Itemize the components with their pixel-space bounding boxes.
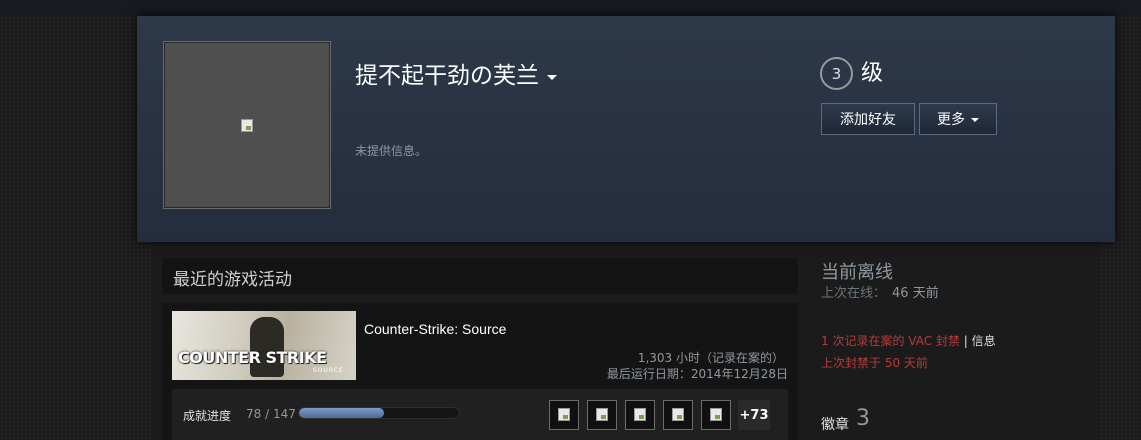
broken-image-icon: [710, 408, 722, 421]
recent-game: COUNTER STRIKE SOURCE Counter-Strike: So…: [162, 303, 798, 440]
vac-ban-status: 1 次记录在案的 VAC 封禁 | 信息: [821, 332, 996, 349]
more-label: 更多: [937, 112, 965, 128]
profile-header: 提不起干劲の芙兰 未提供信息。 3 级 添加好友 更多: [137, 16, 1115, 242]
add-friend-label: 添加好友: [840, 112, 896, 128]
badges-label[interactable]: 徽章: [821, 414, 849, 434]
persona-name-dropdown[interactable]: 提不起干劲の芙兰: [355, 56, 557, 90]
chevron-down-icon: [547, 74, 557, 80]
achievement-progress-track: [298, 407, 460, 419]
add-friend-button[interactable]: 添加好友: [821, 103, 915, 135]
top-bar: [0, 0, 1141, 16]
capsule-sub-text: SOURCE: [313, 367, 344, 374]
more-button[interactable]: 更多: [919, 103, 997, 135]
broken-image-icon: [558, 408, 570, 421]
level-label: 级: [861, 61, 884, 86]
last-online-label: 上次在线：: [821, 286, 887, 301]
broken-image-icon: [672, 408, 684, 421]
achievement-progress-fill: [299, 408, 384, 418]
achievement-icon[interactable]: [587, 400, 617, 430]
avatar: [165, 43, 329, 207]
achievement-icon[interactable]: [701, 400, 731, 430]
achievement-label: 成就进度: [183, 409, 232, 423]
profile-summary: 未提供信息。: [355, 144, 428, 158]
capsule-soldier-figure: [250, 317, 284, 377]
achievement-icon[interactable]: [625, 400, 655, 430]
achievement-icon[interactable]: [663, 400, 693, 430]
vac-info-link[interactable]: 信息: [972, 334, 996, 348]
avatar-frame: [163, 41, 331, 209]
game-last-played: 最后运行日期：2014年12月28日: [606, 367, 788, 381]
achievement-icon[interactable]: [549, 400, 579, 430]
last-online-value: 46 天前: [892, 286, 939, 301]
last-online: 上次在线： 46 天前: [821, 282, 939, 301]
online-status: 当前离线: [821, 262, 893, 283]
game-hours: 1,303 小时（记录在案的）: [637, 351, 784, 365]
recent-activity-title: 最近的游戏活动: [173, 270, 292, 290]
more-achievements-button[interactable]: +73: [738, 400, 770, 430]
achievement-progress-bar: 成就进度 78 / 147 +73: [172, 389, 788, 440]
game-capsule-image[interactable]: COUNTER STRIKE SOURCE: [172, 311, 356, 380]
level-badge[interactable]: 3: [820, 57, 853, 90]
vac-ban-text: 1 次记录在案的 VAC 封禁: [821, 334, 960, 348]
broken-image-icon: [241, 119, 253, 132]
vac-separator: |: [959, 334, 972, 348]
game-name-link[interactable]: Counter-Strike: Source: [364, 321, 506, 337]
chevron-down-icon: [971, 118, 979, 122]
persona-name: 提不起干劲の芙兰: [355, 63, 539, 89]
last-ban-date: 上次封禁于 50 天前: [821, 356, 928, 370]
recent-activity-header: 最近的游戏活动: [162, 258, 798, 294]
badges-count: 3: [856, 406, 870, 431]
achievement-count: 78 / 147: [246, 407, 296, 421]
broken-image-icon: [634, 408, 646, 421]
broken-image-icon: [596, 408, 608, 421]
capsule-logo-text: COUNTER STRIKE: [178, 348, 327, 367]
